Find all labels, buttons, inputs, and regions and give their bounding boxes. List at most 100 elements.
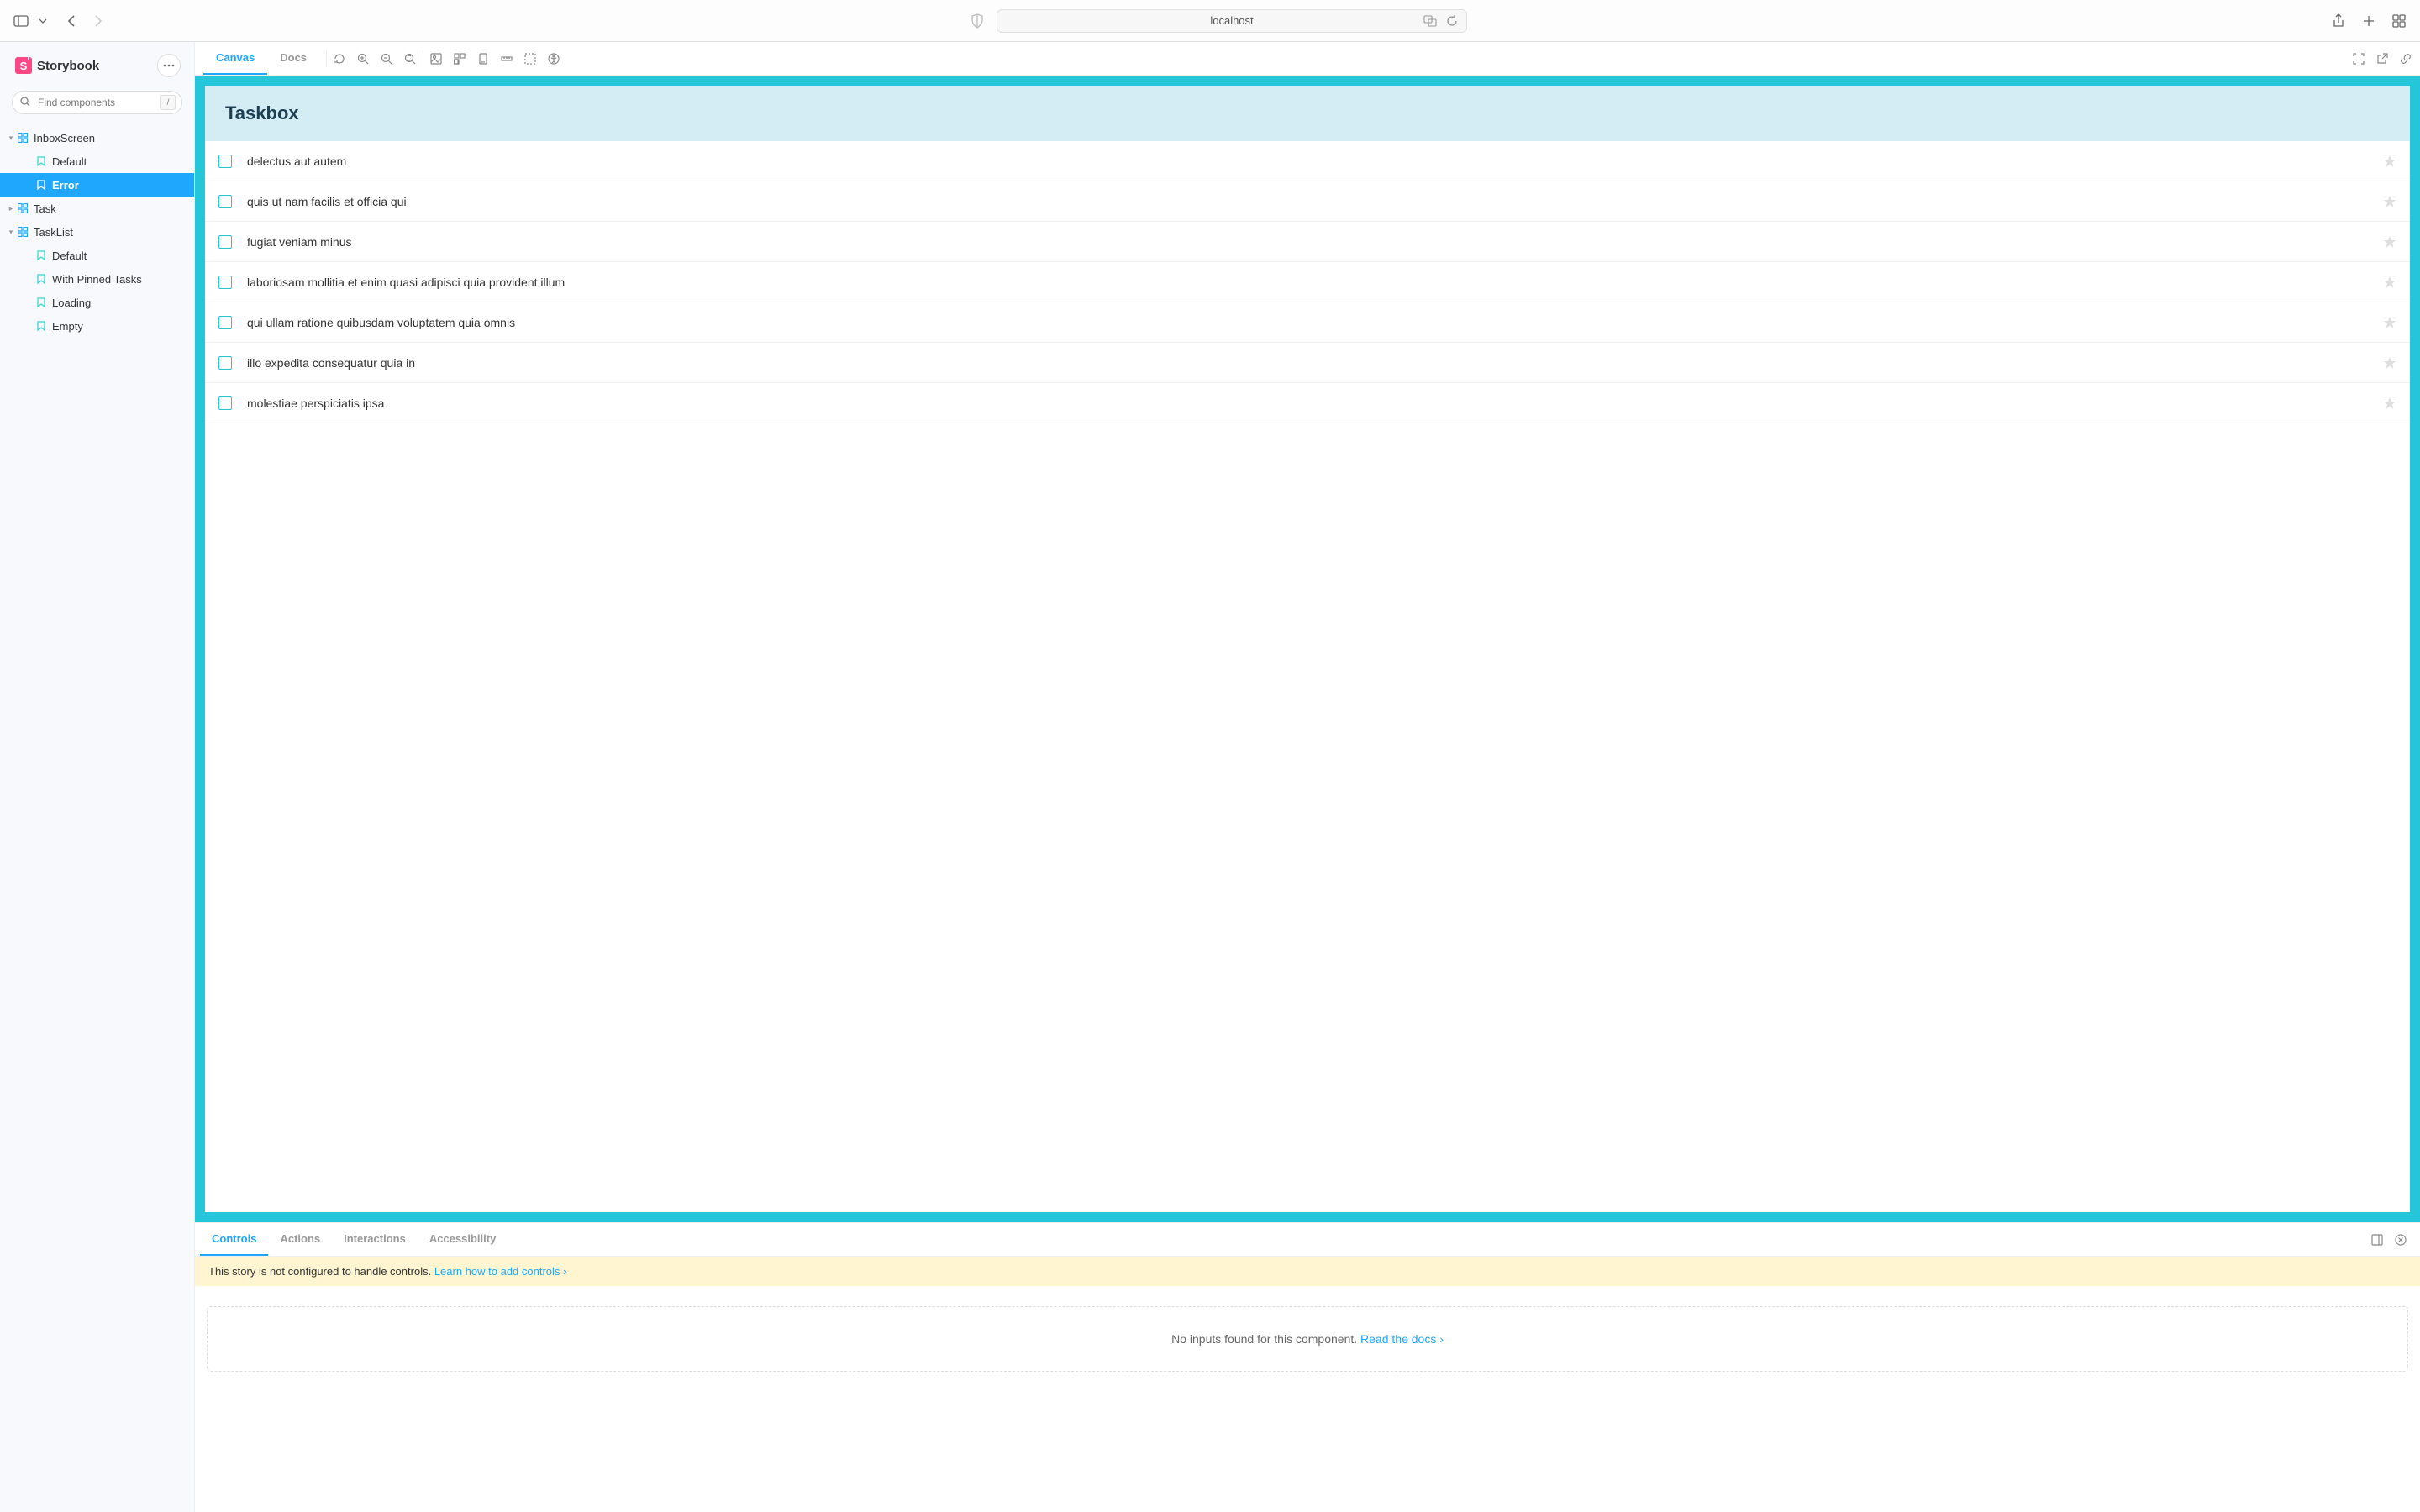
- sidebar-toggle-icon[interactable]: [13, 13, 29, 29]
- story-icon: [35, 180, 47, 190]
- tree-item-error[interactable]: Error: [0, 173, 194, 197]
- addons-panel: ControlsActionsInteractionsAccessibility…: [195, 1222, 2420, 1512]
- tree-item-label: Empty: [52, 320, 83, 333]
- task-title: laboriosam mollitia et enim quasi adipis…: [247, 276, 2383, 289]
- storybook-logo[interactable]: S Storybook: [15, 57, 99, 74]
- translate-icon[interactable]: [1423, 13, 1438, 29]
- task-checkbox[interactable]: [218, 396, 232, 410]
- tab-docs[interactable]: Docs: [267, 42, 319, 75]
- star-icon[interactable]: [2383, 155, 2396, 168]
- task-checkbox[interactable]: [218, 316, 232, 329]
- viewport-icon[interactable]: [477, 53, 489, 65]
- addon-tab-actions[interactable]: Actions: [268, 1223, 332, 1256]
- component-icon: [17, 227, 29, 237]
- fullscreen-icon[interactable]: [2353, 53, 2365, 65]
- tree-item-inboxscreen[interactable]: ▾InboxScreen: [0, 126, 194, 150]
- share-icon[interactable]: [2331, 13, 2346, 29]
- star-icon[interactable]: [2383, 316, 2396, 329]
- tree-item-label: Error: [52, 179, 79, 192]
- browser-chrome: localhost: [0, 0, 2420, 42]
- addon-tab-interactions[interactable]: Interactions: [332, 1223, 418, 1256]
- tree-item-label: Default: [52, 249, 87, 262]
- link-icon[interactable]: [2400, 53, 2412, 65]
- search-icon: [20, 97, 30, 107]
- preview-toolbar: CanvasDocs: [195, 42, 2420, 76]
- no-inputs-message: No inputs found for this component. Read…: [207, 1306, 2408, 1372]
- warning-text: This story is not configured to handle c…: [208, 1265, 434, 1278]
- task-checkbox[interactable]: [218, 356, 232, 370]
- address-bar[interactable]: localhost: [997, 9, 1467, 33]
- tree-item-label: Default: [52, 155, 87, 168]
- controls-warning: This story is not configured to handle c…: [195, 1257, 2420, 1286]
- chevron-down-icon[interactable]: [39, 13, 47, 29]
- component-icon: [17, 133, 29, 143]
- task-row: qui ullam ratione quibusdam voluptatem q…: [205, 302, 2410, 343]
- tab-canvas[interactable]: Canvas: [203, 42, 267, 75]
- tree-item-label: With Pinned Tasks: [52, 273, 142, 286]
- docs-link[interactable]: Read the docs ›: [1360, 1332, 1444, 1346]
- story-icon: [35, 297, 47, 307]
- star-icon[interactable]: [2383, 276, 2396, 289]
- task-row: laboriosam mollitia et enim quasi adipis…: [205, 262, 2410, 302]
- component-icon: [17, 203, 29, 213]
- caret-icon: ▾: [7, 134, 15, 143]
- tree-item-default[interactable]: Default: [0, 244, 194, 267]
- zoom-out-icon[interactable]: [381, 53, 392, 65]
- tree-item-empty[interactable]: Empty: [0, 314, 194, 338]
- task-row: fugiat veniam minus: [205, 222, 2410, 262]
- close-panel-icon[interactable]: [2395, 1234, 2407, 1246]
- reload-icon[interactable]: [1444, 13, 1460, 29]
- caret-icon: ▾: [7, 228, 15, 237]
- star-icon[interactable]: [2383, 235, 2396, 249]
- tabs-icon[interactable]: [2391, 13, 2407, 29]
- sidebar: S Storybook / ▾InboxScreen Default Error ▸ T…: [0, 42, 195, 1512]
- addon-tab-accessibility[interactable]: Accessibility: [418, 1223, 508, 1256]
- caret-icon: ▸: [7, 204, 15, 213]
- tree-item-default[interactable]: Default: [0, 150, 194, 173]
- story-tree: ▾InboxScreen Default Error ▸ Task ▾TaskList De…: [0, 123, 194, 1512]
- task-checkbox[interactable]: [218, 276, 232, 289]
- outline-icon[interactable]: [524, 53, 536, 65]
- addon-tab-controls[interactable]: Controls: [200, 1223, 268, 1256]
- empty-text: No inputs found for this component.: [1171, 1332, 1360, 1346]
- task-checkbox[interactable]: [218, 155, 232, 168]
- task-row: illo expedita consequatur quia in: [205, 343, 2410, 383]
- star-icon[interactable]: [2383, 195, 2396, 208]
- warning-link[interactable]: Learn how to add controls ›: [434, 1265, 567, 1278]
- tree-item-tasklist[interactable]: ▾TaskList: [0, 220, 194, 244]
- url-text: localhost: [1210, 14, 1253, 27]
- task-checkbox[interactable]: [218, 235, 232, 249]
- plus-icon[interactable]: [2361, 13, 2376, 29]
- grid-icon[interactable]: [454, 53, 466, 65]
- background-icon[interactable]: [430, 53, 442, 65]
- task-title: molestiae perspiciatis ipsa: [247, 396, 2383, 410]
- star-icon[interactable]: [2383, 356, 2396, 370]
- accessibility-icon[interactable]: [548, 53, 560, 65]
- remount-icon[interactable]: [334, 53, 345, 65]
- task-title: quis ut nam facilis et officia qui: [247, 195, 2383, 208]
- zoom-reset-icon[interactable]: [404, 53, 416, 65]
- back-icon[interactable]: [64, 13, 79, 29]
- canvas: Taskbox delectus aut autem quis ut nam fa…: [195, 76, 2420, 1222]
- tree-item-with-pinned-tasks[interactable]: With Pinned Tasks: [0, 267, 194, 291]
- storybook-logo-mark: S: [15, 57, 32, 74]
- tree-item-label: Task: [34, 202, 56, 215]
- shield-icon[interactable]: [970, 13, 985, 29]
- open-external-icon[interactable]: [2376, 53, 2388, 65]
- task-title: delectus aut autem: [247, 155, 2383, 168]
- measure-icon[interactable]: [501, 53, 513, 65]
- panel-orientation-icon[interactable]: [2371, 1234, 2383, 1246]
- tree-item-label: Loading: [52, 297, 91, 309]
- search-input[interactable]: [12, 91, 182, 114]
- sidebar-menu-button[interactable]: [157, 54, 181, 77]
- tree-item-task[interactable]: ▸ Task: [0, 197, 194, 220]
- tree-item-loading[interactable]: Loading: [0, 291, 194, 314]
- task-checkbox[interactable]: [218, 195, 232, 208]
- taskbox-header: Taskbox: [205, 86, 2410, 141]
- forward-icon[interactable]: [91, 13, 106, 29]
- brand-name: Storybook: [37, 59, 99, 73]
- search-shortcut: /: [160, 95, 176, 110]
- zoom-in-icon[interactable]: [357, 53, 369, 65]
- star-icon[interactable]: [2383, 396, 2396, 410]
- task-title: illo expedita consequatur quia in: [247, 356, 2383, 370]
